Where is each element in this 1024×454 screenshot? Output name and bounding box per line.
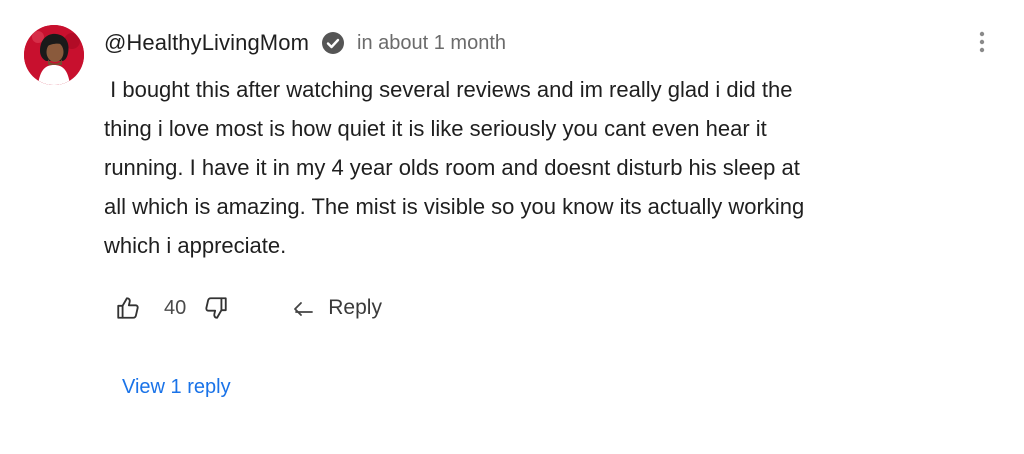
thumbs-up-icon bbox=[117, 297, 139, 319]
like-button[interactable] bbox=[112, 292, 144, 324]
comment-card: @HealthyLivingMom in about 1 month I bou… bbox=[0, 0, 1024, 454]
avatar[interactable] bbox=[24, 25, 84, 85]
like-count: 40 bbox=[164, 296, 187, 319]
more-vertical-icon bbox=[978, 31, 986, 58]
comment-actions: 40 Reply bbox=[112, 290, 382, 326]
author-name[interactable]: @HealthyLivingMom bbox=[104, 30, 309, 56]
more-options-button[interactable] bbox=[968, 30, 996, 58]
reply-arrow-icon bbox=[294, 302, 314, 316]
view-replies-link[interactable]: View 1 reply bbox=[122, 376, 231, 399]
comment-header: @HealthyLivingMom in about 1 month bbox=[104, 28, 506, 58]
thumbs-down-icon bbox=[205, 297, 227, 319]
reply-label: Reply bbox=[328, 296, 382, 319]
comment-timestamp: in about 1 month bbox=[357, 31, 506, 54]
verified-check-icon bbox=[321, 31, 345, 55]
comment-text: I bought this after watching several rev… bbox=[104, 77, 805, 258]
dislike-button[interactable] bbox=[200, 292, 232, 324]
reply-button[interactable]: Reply bbox=[292, 296, 382, 320]
